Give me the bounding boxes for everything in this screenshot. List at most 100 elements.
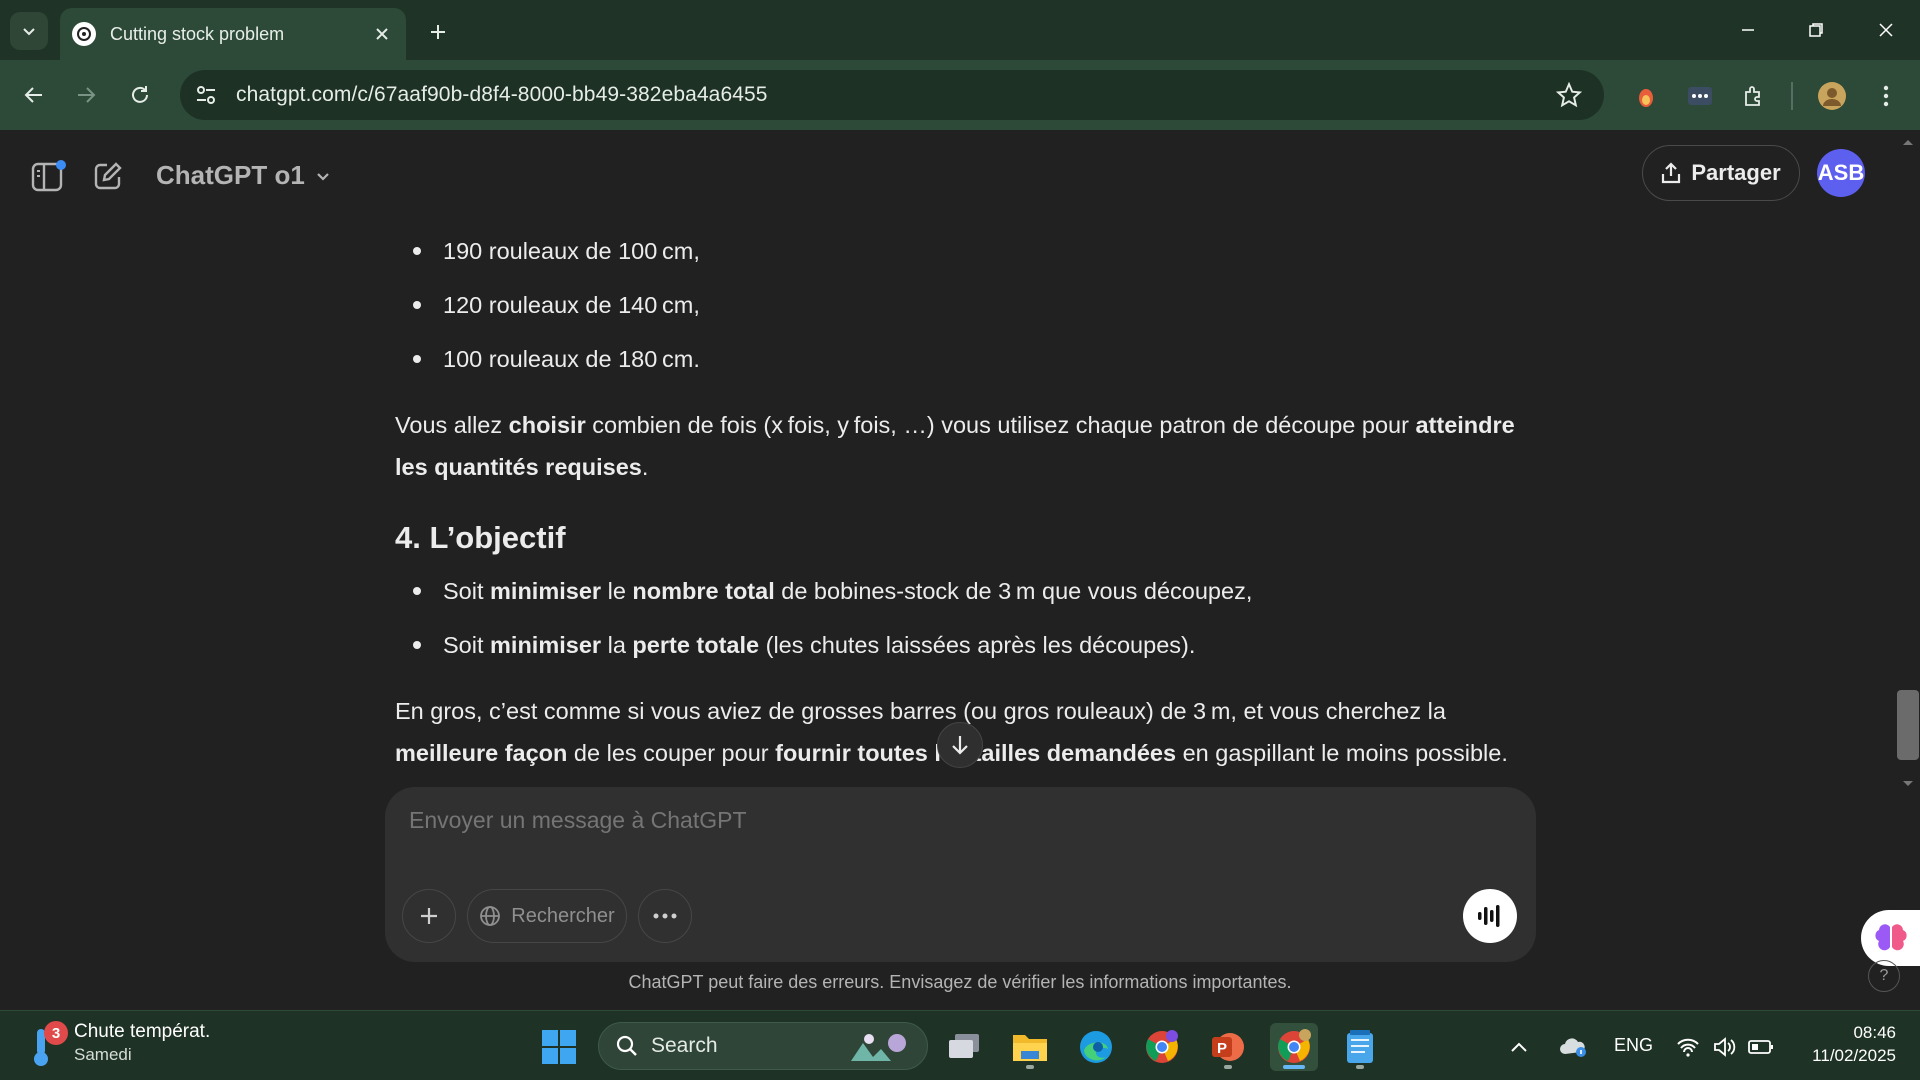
edge-icon	[1080, 1031, 1112, 1063]
scroll-up-arrow-icon[interactable]	[1902, 138, 1914, 146]
globe-icon	[480, 906, 501, 926]
taskbar-file-explorer[interactable]	[1006, 1023, 1054, 1071]
folder-icon	[1013, 1035, 1047, 1061]
sidebar-icon	[31, 160, 66, 192]
voice-mode-button[interactable]	[1463, 889, 1517, 943]
battery-tray-icon[interactable]	[1744, 1023, 1778, 1071]
share-button[interactable]: Partager	[1642, 145, 1800, 201]
back-icon	[24, 87, 42, 103]
battery-icon	[1748, 1040, 1773, 1054]
taskbar-chrome-active[interactable]	[1270, 1023, 1318, 1071]
volume-tray-icon[interactable]	[1708, 1023, 1742, 1071]
task-view-icon	[949, 1034, 979, 1058]
clock-time: 08:46	[1853, 1023, 1896, 1042]
clock-date: 11/02/2025	[1812, 1046, 1896, 1065]
user-avatar[interactable]: ASB	[1817, 149, 1865, 197]
help-button[interactable]: ?	[1868, 960, 1900, 992]
taskbar-search[interactable]: Search	[598, 1022, 928, 1070]
search-web-button[interactable]: Rechercher	[467, 889, 627, 943]
message-input[interactable]	[409, 807, 1409, 834]
close-window-button[interactable]	[1863, 10, 1909, 50]
taskbar-chrome-profile[interactable]	[1138, 1023, 1186, 1071]
text-span: de les couper pour	[567, 740, 776, 766]
windows-start-icon	[542, 1030, 576, 1064]
restore-icon	[1809, 23, 1823, 37]
bold-text: nombre total	[632, 578, 775, 604]
tab-title: Cutting stock problem	[110, 23, 285, 44]
taskbar-edge[interactable]	[1072, 1023, 1120, 1071]
running-indicator	[1356, 1065, 1364, 1069]
bold-text: minimiser	[490, 632, 602, 658]
sidebar-toggle-button[interactable]	[28, 156, 68, 196]
list-item: 120 rouleaux de 140 cm,	[395, 284, 1545, 338]
text-span: la	[601, 632, 633, 658]
attach-button[interactable]	[402, 889, 456, 943]
powerpoint-icon: P	[1212, 1033, 1244, 1061]
toolbar-divider	[1791, 82, 1793, 110]
extension-dots-icon[interactable]	[1684, 80, 1716, 112]
paragraph-choose: Vous allez choisir combien de fois (x fo…	[395, 404, 1545, 488]
taskbar-powerpoint[interactable]: P	[1204, 1023, 1252, 1071]
taskbar-task-view[interactable]	[940, 1023, 988, 1071]
scroll-to-bottom-button[interactable]	[937, 722, 983, 768]
forward-button[interactable]	[68, 77, 104, 113]
tab-search-button[interactable]	[10, 12, 48, 50]
site-info-icon[interactable]	[194, 83, 218, 107]
text-span: Vous allez	[395, 412, 509, 438]
plus-icon	[431, 25, 445, 39]
chrome-icon	[1146, 1030, 1178, 1063]
bold-text: meilleure façon	[395, 740, 568, 766]
model-selector[interactable]: ChatGPT o1	[156, 160, 331, 191]
star-icon[interactable]	[1556, 82, 1582, 108]
chevron-up-icon	[1511, 1042, 1527, 1052]
scroll-down-arrow-icon[interactable]	[1902, 780, 1914, 788]
language-indicator[interactable]: ENG	[1614, 1035, 1653, 1056]
notepad-icon	[1347, 1030, 1373, 1063]
thermometer-icon: 3	[24, 1021, 68, 1066]
url-text[interactable]: chatgpt.com/c/67aaf90b-d8f4-8000-bb49-38…	[236, 83, 768, 107]
more-options-button[interactable]	[638, 889, 692, 943]
bold-text: choisir	[508, 412, 586, 438]
chat-header: ChatGPT o1 Partager ASB	[0, 130, 1920, 220]
text-span: de bobines-stock de 3 m que vous découpe…	[774, 578, 1253, 604]
extension-fire-icon[interactable]	[1630, 80, 1662, 112]
address-bar[interactable]: chatgpt.com/c/67aaf90b-d8f4-8000-bb49-38…	[180, 70, 1604, 120]
search-web-label: Rechercher	[511, 904, 615, 927]
browser-tab-active[interactable]: Cutting stock problem	[60, 8, 406, 60]
weather-widget[interactable]: 3 Chute températ. Samedi	[24, 1021, 210, 1066]
close-icon	[376, 28, 388, 40]
back-button[interactable]	[16, 77, 52, 113]
model-label: ChatGPT o1	[156, 160, 305, 190]
close-icon	[1879, 23, 1893, 37]
plus-icon	[421, 908, 437, 924]
svg-text:P: P	[1217, 1040, 1227, 1057]
forward-icon	[78, 87, 96, 103]
taskbar-search-label: Search	[651, 1034, 718, 1057]
new-chat-button[interactable]	[88, 156, 128, 196]
list-item: Soit minimiser la perte totale (les chut…	[395, 624, 1545, 678]
bold-text: minimiser	[490, 578, 602, 604]
profile-avatar-icon[interactable]	[1816, 80, 1848, 112]
text-span: Soit	[443, 578, 491, 604]
more-icon	[653, 913, 677, 919]
start-button[interactable]	[535, 1023, 583, 1071]
new-tab-button[interactable]	[422, 16, 454, 48]
list-item: 190 rouleaux de 100 cm,	[395, 230, 1545, 284]
tab-close-button[interactable]	[370, 22, 394, 46]
wifi-tray-icon[interactable]	[1670, 1023, 1706, 1071]
minimize-button[interactable]	[1725, 10, 1771, 50]
reload-icon	[132, 86, 148, 103]
extension-icon[interactable]	[1738, 80, 1770, 112]
system-clock[interactable]: 08:46 11/02/2025	[1796, 1021, 1896, 1067]
taskbar-notepad[interactable]	[1336, 1023, 1384, 1071]
restore-button[interactable]	[1793, 10, 1839, 50]
show-hidden-icons-button[interactable]	[1502, 1023, 1536, 1071]
reload-button[interactable]	[122, 77, 158, 113]
scrollbar-thumb[interactable]	[1897, 690, 1919, 760]
browser-menu-button[interactable]	[1870, 80, 1902, 112]
quantities-list: 190 rouleaux de 100 cm, 120 rouleaux de …	[395, 230, 1545, 392]
assistant-extension-button[interactable]	[1861, 910, 1920, 966]
objective-heading: 4. L’objectif	[395, 520, 566, 555]
windows-taskbar: 3 Chute températ. Samedi Search P ENG 08…	[0, 1010, 1920, 1080]
onedrive-tray-icon[interactable]	[1550, 1023, 1596, 1071]
